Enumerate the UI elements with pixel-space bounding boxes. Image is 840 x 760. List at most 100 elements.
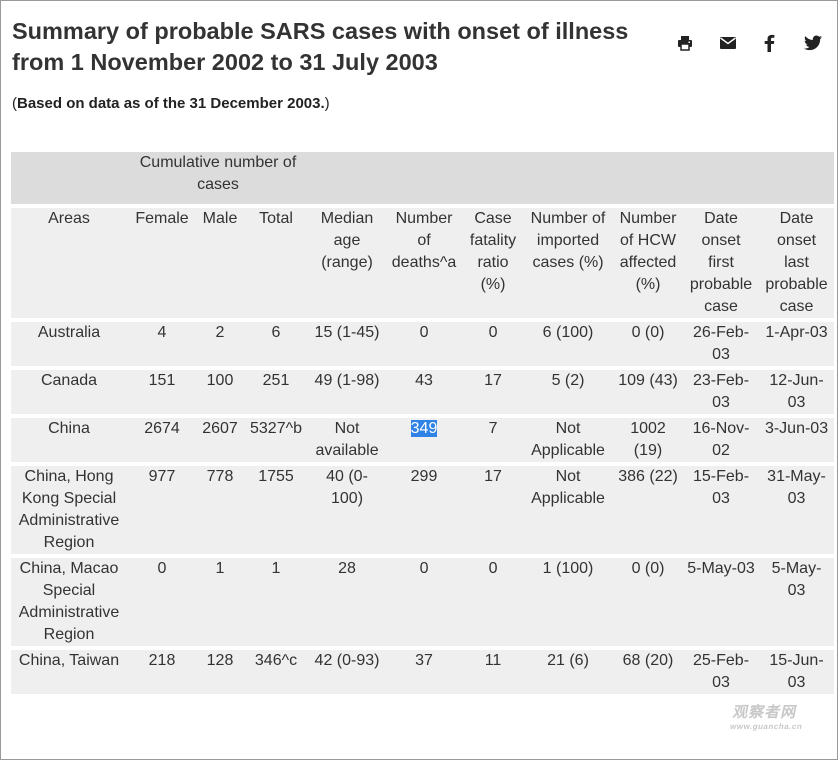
cell-text: 26-Feb-03 (693, 324, 750, 363)
cell-text: 31-May-03 (767, 468, 826, 507)
cell-text: Not Applicable (531, 468, 605, 507)
cell-text: 2607 (202, 420, 238, 437)
cell-text: 7 (488, 420, 498, 437)
table-cell: 16-Nov-02 (683, 418, 760, 462)
column-header: Date onset first probable case (683, 208, 760, 318)
table-cell: 1 (197, 558, 243, 646)
table-row: China, Macao Special Administrative Regi… (11, 558, 835, 646)
cell-text: 1 (215, 560, 225, 577)
cell-text: Not available (315, 420, 379, 459)
table-cell: 15-Feb-03 (683, 466, 760, 554)
cell-text: 17 (484, 468, 502, 485)
table-cell: 1 (243, 558, 310, 646)
cell-text: China, Hong Kong Special Administrative … (18, 468, 120, 551)
cell-text: 21 (6) (547, 652, 589, 669)
cell-text: 42 (0-93) (314, 652, 380, 669)
column-header: Number of imported cases (%) (523, 208, 614, 318)
cell-text: 0 (488, 560, 498, 577)
cell-text: 43 (415, 372, 433, 389)
cell-text: 151 (148, 372, 176, 389)
watermark-logo: 观察者网 www.guancha.cn (729, 704, 807, 732)
cell-text: 17 (484, 372, 502, 389)
selected-cell-text[interactable]: 349 (410, 420, 438, 437)
table-cell: 1-Apr-03 (759, 322, 835, 366)
cell-text: 0 (0) (631, 560, 665, 577)
group-header-row: Cumulative number of cases (11, 152, 835, 204)
table-cell: 17 (463, 370, 524, 414)
cell-text: 5327^b (250, 420, 302, 437)
cell-text: 28 (338, 560, 356, 577)
table-cell: 43 (385, 370, 464, 414)
group-header-cumulative: Cumulative number of cases (127, 152, 310, 204)
table-cell: 26-Feb-03 (683, 322, 760, 366)
data-note: (Based on data as of the 31 December 200… (12, 95, 330, 113)
table-cell: 1755 (243, 466, 310, 554)
email-icon[interactable] (717, 32, 739, 54)
cell-text: 49 (1-98) (314, 372, 380, 389)
cell-text: 0 (0) (631, 324, 665, 341)
table-cell: 4 (127, 322, 197, 366)
table-cell: 2674 (127, 418, 197, 462)
facebook-icon[interactable] (758, 32, 780, 54)
table-cell: 49 (1-98) (309, 370, 386, 414)
cell-text: 1 (100) (542, 560, 594, 577)
table-cell: 21 (6) (523, 650, 614, 694)
cell-text: 68 (20) (622, 652, 674, 669)
share-toolbar (0, 32, 840, 56)
table-cell: 0 (385, 322, 464, 366)
table-cell: 5-May-03 (759, 558, 835, 646)
table-cell: Not available (309, 418, 386, 462)
column-header: Male (197, 208, 243, 318)
table-cell: 31-May-03 (759, 466, 835, 554)
twitter-icon[interactable] (802, 32, 824, 54)
table-cell: Not Applicable (523, 418, 614, 462)
data-note-text: Based on data as of the 31 December 2003… (17, 95, 325, 112)
cell-text: 37 (415, 652, 433, 669)
cell-text: 386 (22) (618, 468, 678, 485)
cell-text: 16-Nov-02 (692, 420, 750, 459)
table-cell: 299 (385, 466, 464, 554)
cell-text: 3-Jun-03 (764, 420, 829, 437)
table-cell: 346^c (243, 650, 310, 694)
cell-text: 346^c (254, 652, 298, 669)
table-cell: 5327^b (243, 418, 310, 462)
cell-text: 15 (1-45) (314, 324, 380, 341)
table-cell: 218 (127, 650, 197, 694)
area-name-cell: Australia (11, 322, 127, 366)
table-cell: 5-May-03 (683, 558, 760, 646)
cell-text: 0 (157, 560, 167, 577)
cell-text: 40 (0-100) (326, 468, 368, 507)
table-cell: 25-Feb-03 (683, 650, 760, 694)
cell-text: 128 (206, 652, 234, 669)
data-note-close: ) (324, 95, 330, 112)
column-header: Total (243, 208, 310, 318)
area-name-cell: China, Macao Special Administrative Regi… (11, 558, 127, 646)
table-cell: 0 (0) (613, 558, 684, 646)
cell-text: 0 (419, 560, 429, 577)
cell-text: 0 (488, 324, 498, 341)
table-cell: 15 (1-45) (309, 322, 386, 366)
table-cell: 28 (309, 558, 386, 646)
cell-text: China, Taiwan (18, 652, 120, 669)
table-row: Australia 4 2 6 15 (1-45) 0 0 6 (100) 0 (0) 26-Fe… (11, 322, 835, 366)
table-cell: 0 (463, 322, 524, 366)
cell-text: Australia (37, 324, 101, 341)
cell-text: 12-Jun-03 (769, 372, 824, 411)
table-cell: 23-Feb-03 (683, 370, 760, 414)
table-cell: 17 (463, 466, 524, 554)
cell-text: Canada (40, 372, 98, 389)
cell-text: 218 (148, 652, 176, 669)
column-header: Number of deaths^a (385, 208, 464, 318)
area-name-cell: China, Taiwan (11, 650, 127, 694)
print-icon[interactable] (674, 32, 696, 54)
column-header: Median age (range) (309, 208, 386, 318)
table-cell: Not Applicable (523, 466, 614, 554)
column-header: Number of HCW affected (%) (613, 208, 684, 318)
table-cell: 251 (243, 370, 310, 414)
table-row: China, Hong Kong Special Administrative … (11, 466, 835, 554)
cell-text: 6 (271, 324, 281, 341)
table-cell: 68 (20) (613, 650, 684, 694)
cell-text: 5-May-03 (687, 560, 755, 577)
table-cell: 151 (127, 370, 197, 414)
area-name-cell: China, Hong Kong Special Administrative … (11, 466, 127, 554)
